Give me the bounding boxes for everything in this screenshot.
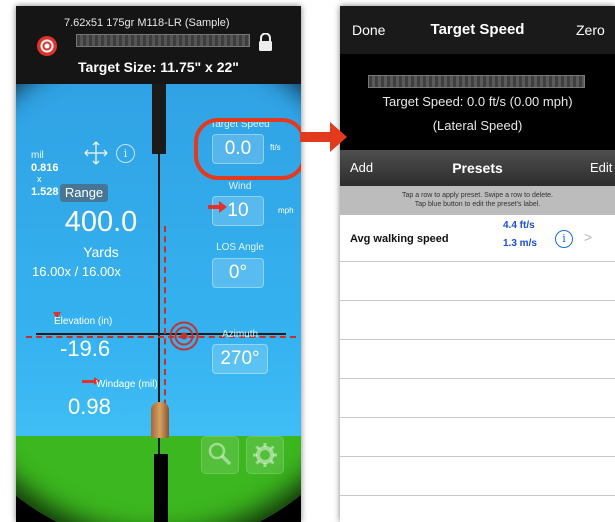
hint-line-2: Tap blue button to edit the preset's lab…	[414, 201, 541, 208]
ballistics-screen: 7.62x51 175gr M118-LR (Sample) Target Si…	[16, 6, 301, 522]
target-icon[interactable]	[37, 36, 57, 56]
settings-button[interactable]	[246, 436, 284, 474]
range-button[interactable]: Range	[60, 184, 108, 202]
windage-arrow-icon	[82, 377, 100, 385]
chevron-right-icon: >	[584, 229, 593, 245]
mil-x-label: x	[37, 174, 42, 184]
hold-vertical-dashed-line	[164, 226, 166, 426]
top-bar: 7.62x51 175gr M118-LR (Sample) Target Si…	[16, 6, 301, 84]
presets-hint: Tap a row to apply preset. Swipe a row t…	[340, 186, 615, 215]
range-unit: Yards	[83, 244, 119, 260]
elevation-value: -19.6	[60, 336, 111, 361]
empty-row	[340, 340, 615, 379]
target-size-label[interactable]: Target Size: 11.75" x 22"	[16, 59, 301, 75]
search-button[interactable]	[201, 436, 239, 474]
page-title: Target Speed	[430, 21, 525, 38]
hint-line-1: Tap a row to apply preset. Swipe a row t…	[402, 192, 553, 199]
azimuth-label: Azimuth	[221, 329, 259, 340]
mil-value-2: 1.528	[31, 186, 59, 198]
speed-panel: Target Speed: 0.0 ft/s (0.00 mph) (Later…	[340, 54, 615, 150]
empty-row	[340, 418, 615, 457]
target-speed-readout: Target Speed: 0.0 ft/s (0.00 mph)	[382, 94, 573, 109]
windage-label: Windage (mil)	[96, 379, 158, 390]
mil-label: mil	[31, 150, 44, 161]
range-value[interactable]: 400.0	[46, 206, 156, 239]
gear-icon	[253, 443, 277, 467]
ammo-label[interactable]: 7.62x51 175gr M118-LR (Sample)	[64, 17, 230, 29]
move-icon[interactable]	[84, 141, 108, 165]
empty-row	[340, 457, 615, 496]
wind-unit: mph	[278, 206, 294, 215]
preset-speed-ms: 1.3 m/s	[503, 238, 537, 249]
azimuth-button[interactable]: 270°	[212, 344, 268, 374]
los-angle-label: LOS Angle	[216, 242, 264, 253]
windage-value: 0.98	[68, 394, 111, 419]
mil-value: 0.816	[31, 162, 59, 174]
elevation-label: Elevation (in)	[54, 316, 113, 327]
target-speed-highlight	[194, 118, 301, 180]
preset-speed-fts: 4.4 ft/s	[503, 220, 535, 231]
zero-button[interactable]: Zero	[576, 22, 605, 38]
empty-row	[340, 301, 615, 340]
preset-name: Avg walking speed	[350, 233, 449, 245]
zoom-label: 16.00x / 16.00x	[32, 264, 121, 279]
info-icon[interactable]: i	[116, 144, 135, 163]
target-speed-screen: Done Target Speed Zero Target Speed: 0.0…	[340, 6, 615, 522]
edit-button[interactable]: Edit	[590, 160, 612, 175]
scope-strip	[76, 34, 250, 47]
presets-title: Presets	[452, 160, 503, 176]
speed-strip[interactable]	[368, 75, 585, 88]
search-icon	[208, 442, 232, 466]
reticle-bottom-post	[154, 454, 168, 522]
wind-direction-arrow-icon	[208, 201, 227, 213]
preset-info-icon[interactable]: i	[555, 230, 573, 248]
bullet-icon	[151, 402, 169, 438]
wind-label: Wind	[228, 181, 252, 192]
bullseye-icon	[169, 321, 199, 351]
preset-row[interactable]: Avg walking speed 4.4 ft/s 1.3 m/s i >	[340, 215, 615, 262]
empty-row	[340, 262, 615, 301]
pointer-arrow-icon	[300, 122, 347, 152]
presets-toolbar: Add Presets Edit	[340, 150, 615, 186]
los-angle-button[interactable]: 0°	[212, 258, 264, 288]
nav-bar: Done Target Speed Zero	[340, 6, 615, 54]
lateral-speed-label: (Lateral Speed)	[432, 118, 523, 133]
empty-row	[340, 379, 615, 418]
lock-icon[interactable]	[258, 33, 273, 51]
